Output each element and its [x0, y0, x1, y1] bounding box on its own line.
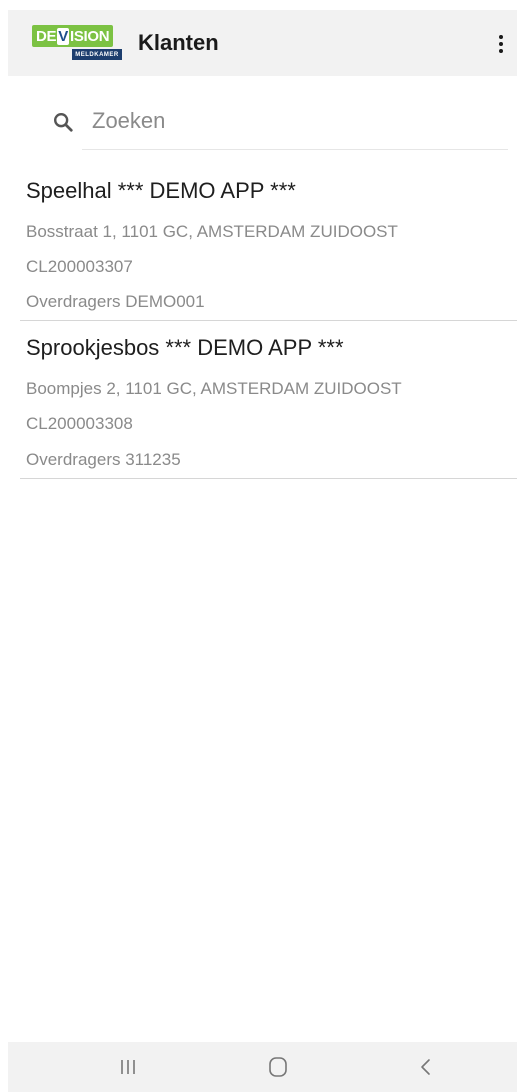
system-nav-bar [8, 1042, 517, 1092]
devision-logo: DE V ISION MELDKAMER [32, 25, 127, 61]
customer-transmitters: Overdragers DEMO001 [26, 292, 205, 311]
app-bar: DE V ISION MELDKAMER Klanten [8, 10, 517, 76]
customer-address: Boompjes 2, 1101 GC, AMSTERDAM ZUIDOOST [26, 379, 402, 398]
search-input[interactable] [92, 106, 492, 136]
customer-code: CL200003307 [26, 257, 133, 276]
customer-code: CL200003308 [26, 414, 133, 433]
customer-name: Sprookjesbos *** DEMO APP *** [26, 335, 344, 360]
customer-item-speelhal[interactable]: Speelhal *** DEMO APP *** Bosstraat 1, 1… [20, 168, 517, 321]
more-vert-icon[interactable] [489, 30, 513, 58]
back-icon[interactable] [406, 1052, 446, 1082]
search-icon[interactable] [52, 111, 74, 133]
customer-name: Speelhal *** DEMO APP *** [26, 178, 296, 203]
recent-apps-icon[interactable] [108, 1052, 148, 1082]
customer-item-sprookjesbos[interactable]: Sprookjesbos *** DEMO APP *** Boompjes 2… [20, 321, 517, 479]
logo-wordmark: DE V ISION [32, 25, 114, 47]
customers-screen: DEVISION MELDKAMER Klanten Speelhal *** … [0, 0, 517, 1092]
customer-transmitters: Overdragers 311235 [26, 450, 181, 469]
home-icon[interactable] [258, 1052, 298, 1082]
customer-address: Bosstraat 1, 1101 GC, AMSTERDAM ZUIDOOST [26, 222, 398, 241]
page-title: Klanten [138, 30, 219, 55]
logo-subtitle: MELDKAMER [72, 49, 122, 60]
